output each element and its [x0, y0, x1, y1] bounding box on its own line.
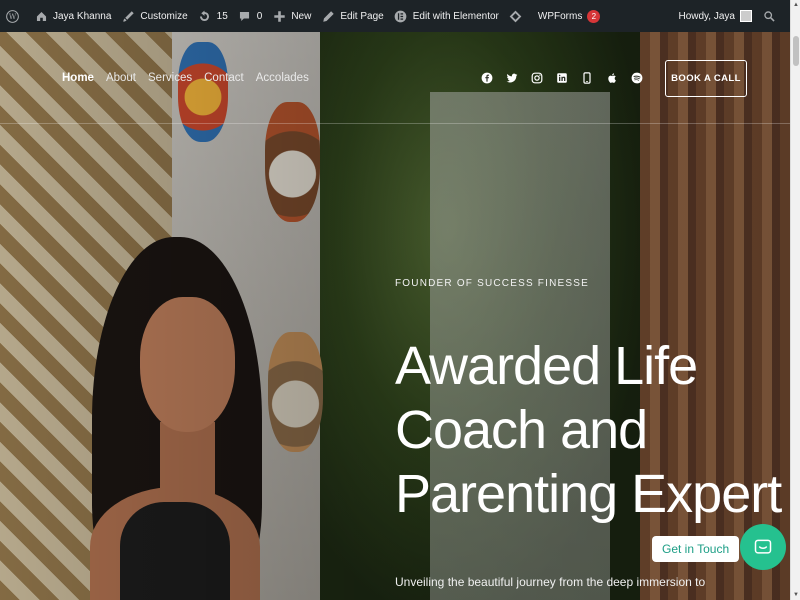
facebook-icon[interactable] — [480, 71, 493, 84]
elementor-link[interactable]: Edit with Elementor — [389, 0, 504, 32]
elementor-label: Edit with Elementor — [412, 10, 499, 22]
hero-eyebrow: FOUNDER OF SUCCESS FINESSE — [395, 278, 589, 289]
spotify-icon[interactable] — [630, 71, 643, 84]
comments-count: 0 — [256, 10, 263, 22]
customize-label: Customize — [140, 10, 188, 22]
home-icon — [34, 9, 48, 23]
wpforms-link[interactable]: WPForms 2 — [533, 0, 605, 32]
wordpress-logo-button[interactable]: W — [0, 0, 29, 32]
customize-link[interactable]: Customize — [116, 0, 192, 32]
updates-link[interactable]: 15 — [193, 0, 233, 32]
elementor-icon — [394, 9, 408, 23]
nav-item-services[interactable]: Services — [148, 72, 192, 84]
admin-bar: W Jaya Khanna Customize 15 0 New Edit Pa… — [0, 0, 790, 32]
hero-section: Home About Services Contact Accolades BO… — [0, 32, 790, 600]
get-in-touch-label[interactable]: Get in Touch — [652, 536, 740, 562]
chat-icon — [754, 539, 772, 554]
howdy-label: Howdy, Jaya — [678, 10, 735, 22]
updates-count: 15 — [216, 10, 228, 22]
updates-icon — [198, 9, 212, 23]
my-account-link[interactable]: Howdy, Jaya — [673, 0, 757, 32]
wpforms-label: WPForms — [537, 10, 583, 22]
pencil-icon — [321, 9, 335, 23]
headline-line: Parenting Expert — [395, 464, 782, 524]
nav-item-home[interactable]: Home — [62, 72, 94, 84]
wpforms-badge: 2 — [587, 9, 601, 23]
scrollbar-thumb[interactable] — [793, 36, 799, 66]
social-links — [480, 71, 643, 84]
diamond-menu[interactable] — [504, 0, 533, 32]
chat-widget-button[interactable] — [740, 524, 786, 570]
new-label: New — [291, 10, 312, 22]
comments-link[interactable]: 0 — [233, 0, 268, 32]
new-content-link[interactable]: New — [267, 0, 316, 32]
apple-icon[interactable] — [605, 71, 618, 84]
avatar — [740, 10, 752, 22]
nav-item-accolades[interactable]: Accolades — [256, 72, 309, 84]
scroll-down-icon[interactable]: ▼ — [793, 592, 799, 598]
linkedin-icon[interactable] — [555, 71, 568, 84]
diamond-icon — [509, 9, 523, 23]
search-icon — [762, 9, 776, 23]
edit-page-label: Edit Page — [340, 10, 384, 22]
nav-item-contact[interactable]: Contact — [204, 72, 244, 84]
search-button[interactable] — [757, 0, 786, 32]
svg-text:W: W — [8, 12, 16, 21]
comment-icon — [238, 9, 252, 23]
main-nav: Home About Services Contact Accolades — [62, 72, 309, 84]
nav-item-about[interactable]: About — [106, 72, 136, 84]
plus-icon — [272, 9, 286, 23]
page-scrollbar[interactable]: ▲ ▼ — [790, 0, 800, 600]
wordpress-icon: W — [5, 9, 19, 23]
twitter-icon[interactable] — [505, 71, 518, 84]
headline-line: Awarded Life — [395, 336, 698, 396]
instagram-icon[interactable] — [530, 71, 543, 84]
site-name-link[interactable]: Jaya Khanna — [29, 0, 116, 32]
headline-line: Coach and — [395, 400, 648, 460]
brush-icon — [121, 9, 135, 23]
hero-subline: Unveiling the beautiful journey from the… — [395, 575, 706, 589]
phone-icon[interactable] — [580, 71, 593, 84]
scroll-up-icon[interactable]: ▲ — [793, 2, 799, 8]
book-a-call-button[interactable]: BOOK A CALL — [665, 60, 747, 97]
site-name-label: Jaya Khanna — [53, 10, 112, 22]
site-header: Home About Services Contact Accolades BO… — [0, 32, 790, 124]
hero-headline: Awarded Life Coach and Parenting Expert — [395, 334, 785, 526]
edit-page-link[interactable]: Edit Page — [316, 0, 388, 32]
